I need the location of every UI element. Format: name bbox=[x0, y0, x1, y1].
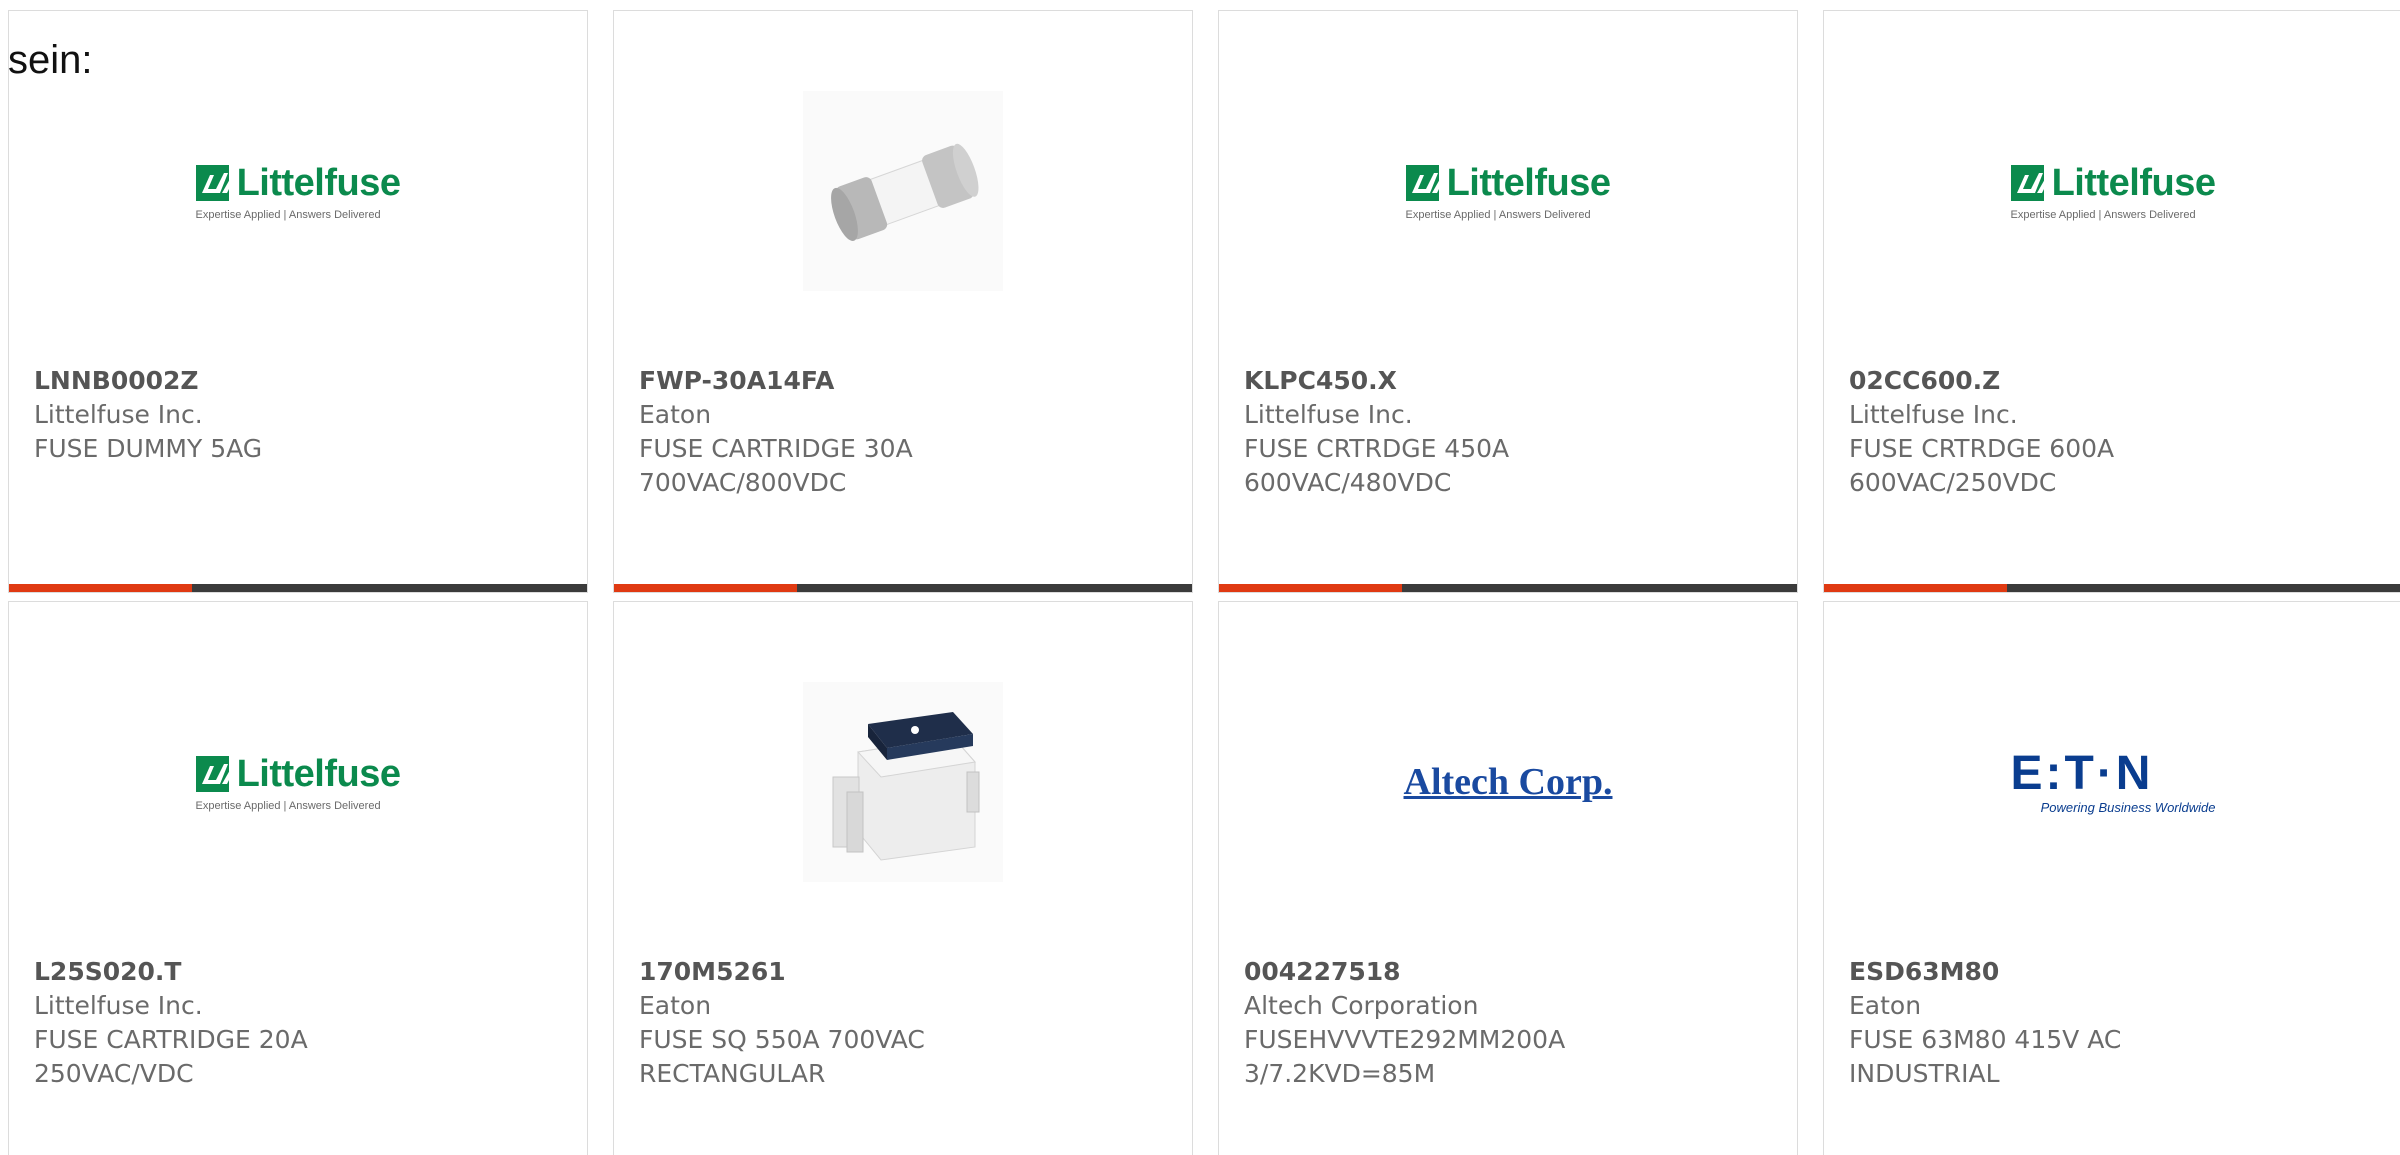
littelfuse-logo: Littelfuse Expertise Applied | Answers D… bbox=[1405, 161, 1611, 221]
product-card-170m5261[interactable]: 170M5261 Eaton FUSE SQ 550A 700VAC RECTA… bbox=[613, 601, 1193, 1155]
description: FUSE CRTRDGE 600A 600VAC/250VDC bbox=[1849, 434, 2115, 497]
manufacturer: Altech Corporation bbox=[1244, 991, 1479, 1020]
manufacturer: Littelfuse Inc. bbox=[1849, 400, 2018, 429]
card-accent-bar bbox=[1824, 584, 2007, 592]
part-number[interactable]: 170M5261 bbox=[639, 955, 1172, 989]
product-image: E:T·N Powering Business Worldwide bbox=[1824, 662, 2400, 902]
littelfuse-tagline: Expertise Applied | Answers Delivered bbox=[195, 799, 381, 812]
square-fuse-photo bbox=[803, 682, 1003, 882]
manufacturer: Eaton bbox=[639, 400, 712, 429]
part-number[interactable]: 004227518 bbox=[1244, 955, 1777, 989]
cartridge-fuse-photo bbox=[803, 91, 1003, 291]
description: FUSE SQ 550A 700VAC RECTANGULAR bbox=[639, 1025, 925, 1088]
description: FUSE 63M80 415V AC INDUSTRIAL bbox=[1849, 1025, 2122, 1088]
littelfuse-wordmark: Littelfuse bbox=[1446, 161, 1611, 204]
littelfuse-wordmark: Littelfuse bbox=[2051, 161, 2216, 204]
intro-text: sein: bbox=[8, 38, 93, 82]
littelfuse-mark-icon bbox=[1405, 165, 1444, 201]
manufacturer: Littelfuse Inc. bbox=[34, 991, 203, 1020]
page: sein: Littelfuse Expertise Applied | Ans… bbox=[0, 0, 2400, 1155]
part-number[interactable]: ESD63M80 bbox=[1849, 955, 2382, 989]
description: FUSE CARTRIDGE 20A 250VAC/VDC bbox=[34, 1025, 308, 1088]
eaton-logo: E:T·N Powering Business Worldwide bbox=[2010, 746, 2216, 815]
manufacturer: Littelfuse Inc. bbox=[1244, 400, 1413, 429]
littelfuse-logo: Littelfuse Expertise Applied | Answers D… bbox=[195, 161, 401, 221]
card-bottom-bar bbox=[614, 584, 1192, 592]
eaton-tagline: Powering Business Worldwide bbox=[2040, 799, 2216, 815]
product-image: Littelfuse Expertise Applied | Answers D… bbox=[9, 662, 587, 902]
product-image bbox=[614, 71, 1192, 311]
product-image bbox=[614, 662, 1192, 902]
product-card-klpc450x[interactable]: Littelfuse Expertise Applied | Answers D… bbox=[1218, 10, 1798, 593]
card-bottom-bar bbox=[1824, 584, 2400, 592]
product-card-004227518[interactable]: Altech Corp. 004227518 Altech Corporatio… bbox=[1218, 601, 1798, 1155]
manufacturer: Eaton bbox=[1849, 991, 1922, 1020]
eaton-wordmark: E:T·N bbox=[2010, 746, 2154, 800]
littelfuse-logo: Littelfuse Expertise Applied | Answers D… bbox=[2010, 161, 2216, 221]
part-number[interactable]: LNNB0002Z bbox=[34, 364, 567, 398]
description: FUSE CARTRIDGE 30A 700VAC/800VDC bbox=[639, 434, 913, 497]
manufacturer: Littelfuse Inc. bbox=[34, 400, 203, 429]
part-number[interactable]: FWP-30A14FA bbox=[639, 364, 1172, 398]
product-card-l25s020t[interactable]: Littelfuse Expertise Applied | Answers D… bbox=[8, 601, 588, 1155]
description: FUSE CRTRDGE 450A 600VAC/480VDC bbox=[1244, 434, 1510, 497]
card-accent-bar bbox=[9, 584, 192, 592]
description: FUSEHVVVTE292MM200A 3/7.2KVD=85M bbox=[1244, 1025, 1566, 1088]
altech-logo: Altech Corp. bbox=[1403, 761, 1613, 803]
product-card-lnnb0002z[interactable]: Littelfuse Expertise Applied | Answers D… bbox=[8, 10, 588, 593]
card-accent-bar bbox=[614, 584, 797, 592]
littelfuse-mark-icon bbox=[2010, 165, 2049, 201]
product-image: Littelfuse Expertise Applied | Answers D… bbox=[9, 71, 587, 311]
littelfuse-tagline: Expertise Applied | Answers Delivered bbox=[195, 208, 381, 221]
littelfuse-tagline: Expertise Applied | Answers Delivered bbox=[1405, 208, 1591, 221]
littelfuse-wordmark: Littelfuse bbox=[236, 752, 401, 795]
card-bottom-bar bbox=[1219, 584, 1797, 592]
part-number[interactable]: L25S020.T bbox=[34, 955, 567, 989]
product-card-fwp-30a14fa[interactable]: FWP-30A14FA Eaton FUSE CARTRIDGE 30A 700… bbox=[613, 10, 1193, 593]
product-card-02cc600z[interactable]: Littelfuse Expertise Applied | Answers D… bbox=[1823, 10, 2400, 593]
littelfuse-logo: Littelfuse Expertise Applied | Answers D… bbox=[195, 752, 401, 812]
product-grid: Littelfuse Expertise Applied | Answers D… bbox=[8, 10, 2400, 1155]
part-number[interactable]: 02CC600.Z bbox=[1849, 364, 2382, 398]
littelfuse-mark-icon bbox=[195, 756, 234, 792]
description: FUSE DUMMY 5AG bbox=[34, 434, 263, 463]
littelfuse-wordmark: Littelfuse bbox=[236, 161, 401, 204]
part-number[interactable]: KLPC450.X bbox=[1244, 364, 1777, 398]
product-card-esd63m80[interactable]: E:T·N Powering Business Worldwide ESD63M… bbox=[1823, 601, 2400, 1155]
product-image: Littelfuse Expertise Applied | Answers D… bbox=[1219, 71, 1797, 311]
littelfuse-tagline: Expertise Applied | Answers Delivered bbox=[2010, 208, 2196, 221]
manufacturer: Eaton bbox=[639, 991, 712, 1020]
littelfuse-mark-icon bbox=[195, 165, 234, 201]
card-accent-bar bbox=[1219, 584, 1402, 592]
product-image: Altech Corp. bbox=[1219, 662, 1797, 902]
product-image: Littelfuse Expertise Applied | Answers D… bbox=[1824, 71, 2400, 311]
card-bottom-bar bbox=[9, 584, 587, 592]
